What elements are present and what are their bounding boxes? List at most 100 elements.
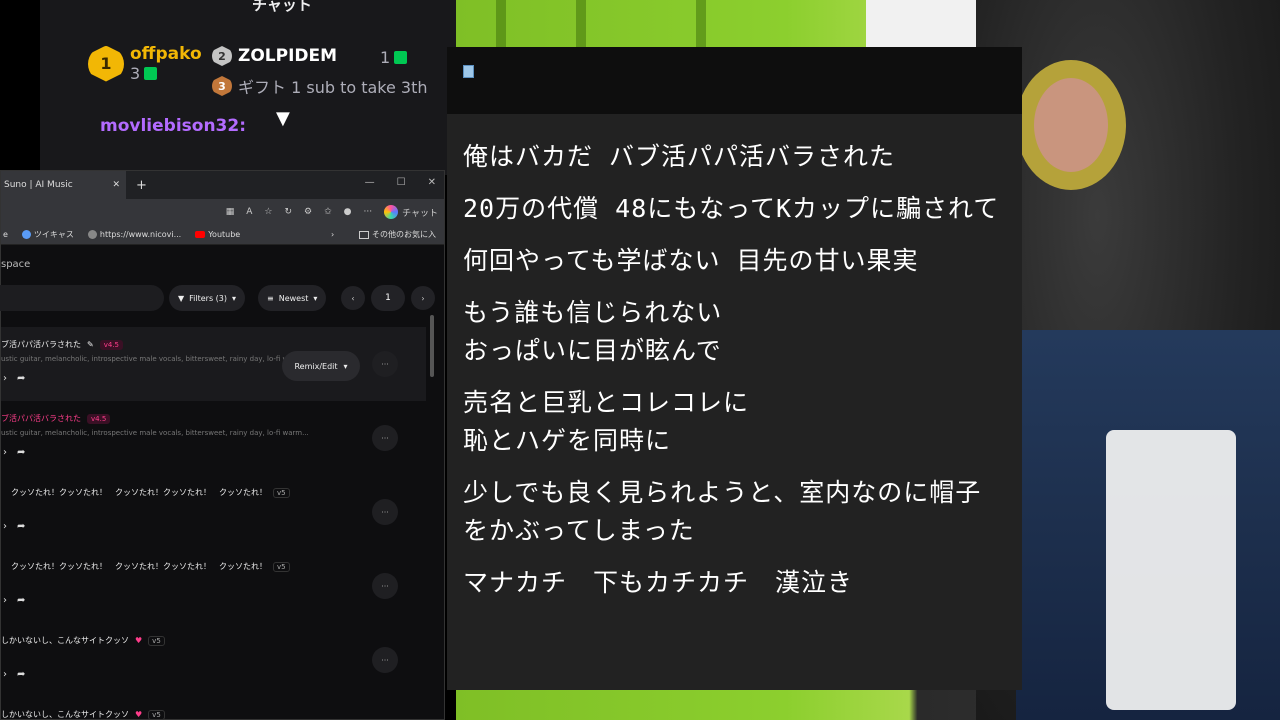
dislike-icon[interactable]: › <box>3 447 7 458</box>
share-icon[interactable]: ➦ <box>17 521 25 532</box>
search-input[interactable] <box>0 285 164 311</box>
chat-message-user[interactable]: movliebison32: <box>100 116 246 136</box>
refresh-icon[interactable]: ↻ <box>284 207 292 217</box>
lyric-line: マナカチ 下もカチカチ 漢泣き <box>463 568 854 597</box>
chat-label: チャット <box>402 208 438 219</box>
minimize-icon[interactable]: — <box>365 177 375 188</box>
version-badge: v5 <box>148 709 165 720</box>
youtube-icon <box>195 231 206 238</box>
browser-window: Suno | AI Music ✕ + — ☐ ✕ ▦ A ☆ ↻ ⚙ ✩ ● … <box>0 170 445 720</box>
prev-page-button[interactable]: ‹ <box>341 286 365 310</box>
gift-icon <box>394 51 408 64</box>
song-row[interactable]: しかいないし、こんなサイトクッソ ♥ v5 <box>1 697 426 720</box>
bookmarks-bar: e ツイキャス https://www.nicovi... Youtube › … <box>1 225 444 245</box>
scrollbar[interactable] <box>430 315 434 377</box>
document-icon <box>463 65 474 78</box>
chevron-right-icon[interactable]: › <box>331 230 334 239</box>
gift-leader-1: 1 offpako 3 <box>88 44 202 83</box>
new-tab-button[interactable]: + <box>136 178 147 193</box>
apps-icon[interactable]: ▦ <box>226 207 235 217</box>
song-tags: ustic guitar, melancholic, introspective… <box>1 429 309 437</box>
chevron-down-icon: ▾ <box>343 361 348 371</box>
dislike-icon[interactable]: › <box>3 595 7 606</box>
song-row[interactable]: ブ活パパ活バラされた ✎ v4.5 ustic guitar, melancholi… <box>1 327 426 401</box>
song-actions: › ➦ <box>3 595 25 606</box>
share-icon[interactable]: ➦ <box>17 669 25 680</box>
suno-workspace: space ▼ Filters (3) ▾ ≡ Newest ▾ ‹ 1 › ブ活パパ活… <box>0 245 444 720</box>
song-row[interactable]: しかいないし、こんなサイトクッソ ♥ v5 › ➦ ··· <box>1 623 426 697</box>
close-icon[interactable]: ✕ <box>428 177 436 188</box>
sort-icon: ≡ <box>267 293 274 303</box>
more-options-button[interactable]: ··· <box>372 647 398 673</box>
hoodie-print <box>1106 430 1236 710</box>
song-title: ブ活パパ活バラされた v4.5 <box>1 413 111 424</box>
song-actions: › ➦ <box>3 521 25 532</box>
favorite-icon[interactable]: ☆ <box>264 207 272 217</box>
filters-button[interactable]: ▼ Filters (3) ▾ <box>169 285 246 311</box>
bookmark-other[interactable]: その他のお気に入 <box>359 229 436 240</box>
more-options-button[interactable]: ··· <box>372 351 398 377</box>
filter-icon: ▼ <box>178 293 185 303</box>
leader-name[interactable]: ZOLPIDEM <box>238 46 337 66</box>
lyric-line: 何回やっても学ばない 目先の甘い果実 <box>463 246 919 275</box>
song-row[interactable]: ブ活パパ活バラされた v4.5 ustic guitar, melancholic… <box>1 401 426 475</box>
chevron-down-icon: ▾ <box>232 293 237 303</box>
tab-bar: Suno | AI Music ✕ + — ☐ ✕ <box>1 171 444 199</box>
gift-icon <box>144 67 158 80</box>
dislike-icon[interactable]: › <box>3 669 7 680</box>
copilot-chat-button[interactable]: チャット <box>384 205 438 219</box>
favorites-icon[interactable]: ✩ <box>324 207 332 217</box>
edit-icon[interactable]: ✎ <box>87 340 94 349</box>
lyric-line: 少しでも良く見られようと、室内なのに帽子をかぶってしまった <box>463 478 982 545</box>
lyrics-window: 俺はバカだ バブ活パパ活バラされた 20万の代償 48にもなってKカップに騙され… <box>447 47 1022 690</box>
collapse-chevron-icon[interactable]: ▼ <box>276 108 290 129</box>
version-badge: v5 <box>273 561 290 572</box>
remix-edit-button[interactable]: Remix/Edit ▾ <box>282 351 360 381</box>
page-number[interactable]: 1 <box>371 285 405 311</box>
lyric-line: 売名と巨乳とコレコレに 恥とハゲを同時に <box>463 388 750 455</box>
tab-title: Suno | AI Music <box>4 180 73 190</box>
bookmark-item[interactable]: e <box>3 230 8 239</box>
song-title: しかいないし、こんなサイトクッソ ♥ v5 <box>1 635 165 646</box>
song-row[interactable]: クッソたれ！クッソたれ！ クッソたれ！クッソたれ！ クッソたれ！ v5 › ➦ ··… <box>1 475 426 549</box>
song-title: クッソたれ！クッソたれ！ クッソたれ！クッソたれ！ クッソたれ！ v5 <box>11 561 290 572</box>
bookmark-nicovideo[interactable]: https://www.nicovi... <box>87 230 181 239</box>
more-options-button[interactable]: ··· <box>372 499 398 525</box>
share-icon[interactable]: ➦ <box>17 373 25 384</box>
song-actions: › ➦ <box>3 373 25 384</box>
bookmark-youtube[interactable]: Youtube <box>195 230 240 239</box>
tab-close-icon[interactable]: ✕ <box>112 180 120 190</box>
globe-icon <box>21 230 31 239</box>
lyric-line: 20万の代償 48にもなってKカップに騙されて <box>463 194 1000 223</box>
rank-2-badge: 2 <box>212 46 232 66</box>
chat-header: チャット <box>252 0 312 14</box>
dislike-icon[interactable]: › <box>3 521 7 532</box>
reader-icon[interactable]: A <box>246 207 252 217</box>
share-icon[interactable]: ➦ <box>17 447 25 458</box>
next-page-button[interactable]: › <box>411 286 435 310</box>
profile-avatar-icon[interactable]: ● <box>344 207 352 217</box>
mask-eyehole <box>1016 60 1126 190</box>
globe-icon <box>87 230 97 239</box>
version-badge: v5 <box>273 487 290 498</box>
bookmark-twicas[interactable]: ツイキャス <box>21 229 74 240</box>
menu-icon[interactable]: ··· <box>363 207 372 217</box>
more-options-button[interactable]: ··· <box>372 573 398 599</box>
gift-leader-2: 2 ZOLPIDEM <box>212 46 337 66</box>
rank-1-badge: 1 <box>88 45 124 82</box>
maximize-icon[interactable]: ☐ <box>397 177 406 188</box>
toolbar: ▦ A ☆ ↻ ⚙ ✩ ● ··· チャット <box>1 199 444 225</box>
leader-name[interactable]: offpako <box>130 44 202 64</box>
dislike-icon[interactable]: › <box>3 373 7 384</box>
version-badge: v5 <box>148 635 165 646</box>
extensions-icon[interactable]: ⚙ <box>304 207 312 217</box>
heart-icon: ♥ <box>135 710 143 719</box>
sort-button[interactable]: ≡ Newest ▾ <box>258 285 327 311</box>
tab-suno[interactable]: Suno | AI Music ✕ <box>1 171 126 199</box>
more-options-button[interactable]: ··· <box>372 425 398 451</box>
share-icon[interactable]: ➦ <box>17 595 25 606</box>
rank-3-badge: 3 <box>212 76 232 96</box>
song-row[interactable]: クッソたれ！クッソたれ！ クッソたれ！クッソたれ！ クッソたれ！ v5 › ➦ ··… <box>1 549 426 623</box>
gift-leader-3: 3 ギフト 1 sub to take 3th <box>212 74 428 98</box>
second-count: 1 <box>380 48 408 67</box>
